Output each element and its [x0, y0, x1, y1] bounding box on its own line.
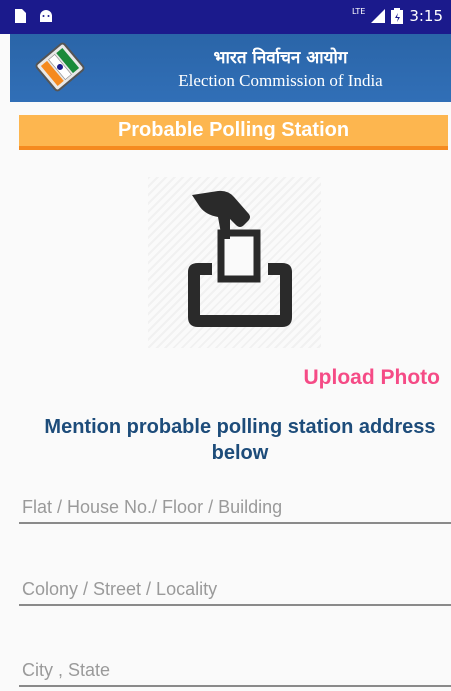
ballot-box-icon	[188, 190, 292, 327]
android-icon	[40, 10, 52, 22]
status-bar: LTE 3:15	[0, 0, 451, 34]
upload-photo-button[interactable]: Upload Photo	[304, 366, 440, 390]
address-line2-input[interactable]	[19, 566, 451, 604]
photo-placeholder[interactable]	[148, 177, 321, 348]
signal-icon	[371, 9, 386, 23]
instruction-text: Mention probable polling station address…	[44, 416, 436, 464]
city-state-field[interactable]	[19, 647, 451, 687]
sd-card-icon	[15, 9, 26, 23]
network-type: LTE	[352, 6, 366, 16]
page-title: Probable Polling Station	[19, 115, 448, 150]
address-line1-input[interactable]	[19, 484, 451, 522]
header-title-hindi: भारत निर्वाचन आयोग	[213, 48, 348, 68]
battery-icon	[391, 8, 404, 24]
status-time: 3:15	[409, 7, 443, 25]
address-line2-field[interactable]	[19, 566, 451, 606]
header-title-english: Election Commission of India	[178, 71, 383, 90]
city-state-input[interactable]	[19, 647, 451, 685]
app-header: भारत निर्वाचन आयोग Election Commission o…	[10, 34, 451, 102]
address-line1-field[interactable]	[19, 484, 451, 524]
